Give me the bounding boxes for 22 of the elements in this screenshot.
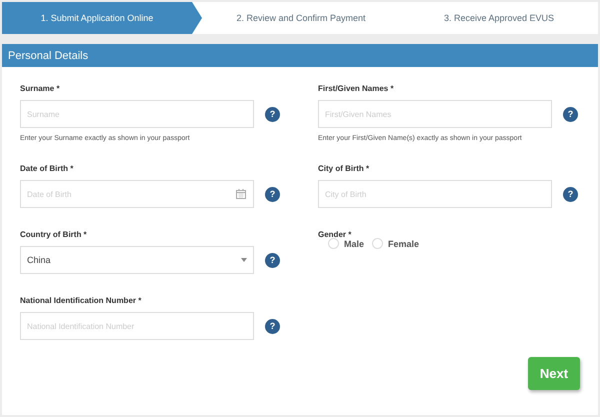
help-button[interactable]: ? (563, 186, 578, 202)
panel-title: Personal Details (2, 44, 598, 67)
dropdown-field[interactable]: China (20, 246, 254, 274)
help-button[interactable]: ? (265, 252, 280, 268)
field-label: Date of Birth * (20, 164, 74, 174)
field-label: Surname * (20, 84, 61, 94)
field-label: Country of Birth * (20, 230, 88, 240)
radio-option[interactable]: Male (328, 238, 364, 249)
field-label: National Identification Number * (20, 296, 142, 306)
help-button[interactable]: ? (265, 318, 280, 334)
radio-option[interactable]: Female (372, 238, 420, 249)
caret-icon (241, 258, 247, 262)
progress-step: 1. Submit Application Online (2, 2, 202, 34)
help-button[interactable]: ? (265, 186, 280, 202)
field-label: Gender * (318, 230, 352, 240)
calendar-icon (236, 189, 246, 199)
help-button[interactable]: ? (265, 106, 280, 122)
help-button[interactable]: ? (563, 106, 578, 122)
field-label: First/Given Names * (318, 84, 395, 94)
field-label: City of Birth * (318, 164, 370, 174)
progress-step: 2. Review and Confirm Payment (202, 2, 400, 34)
progress-step: 3. Receive Approved EVUS (400, 2, 598, 34)
